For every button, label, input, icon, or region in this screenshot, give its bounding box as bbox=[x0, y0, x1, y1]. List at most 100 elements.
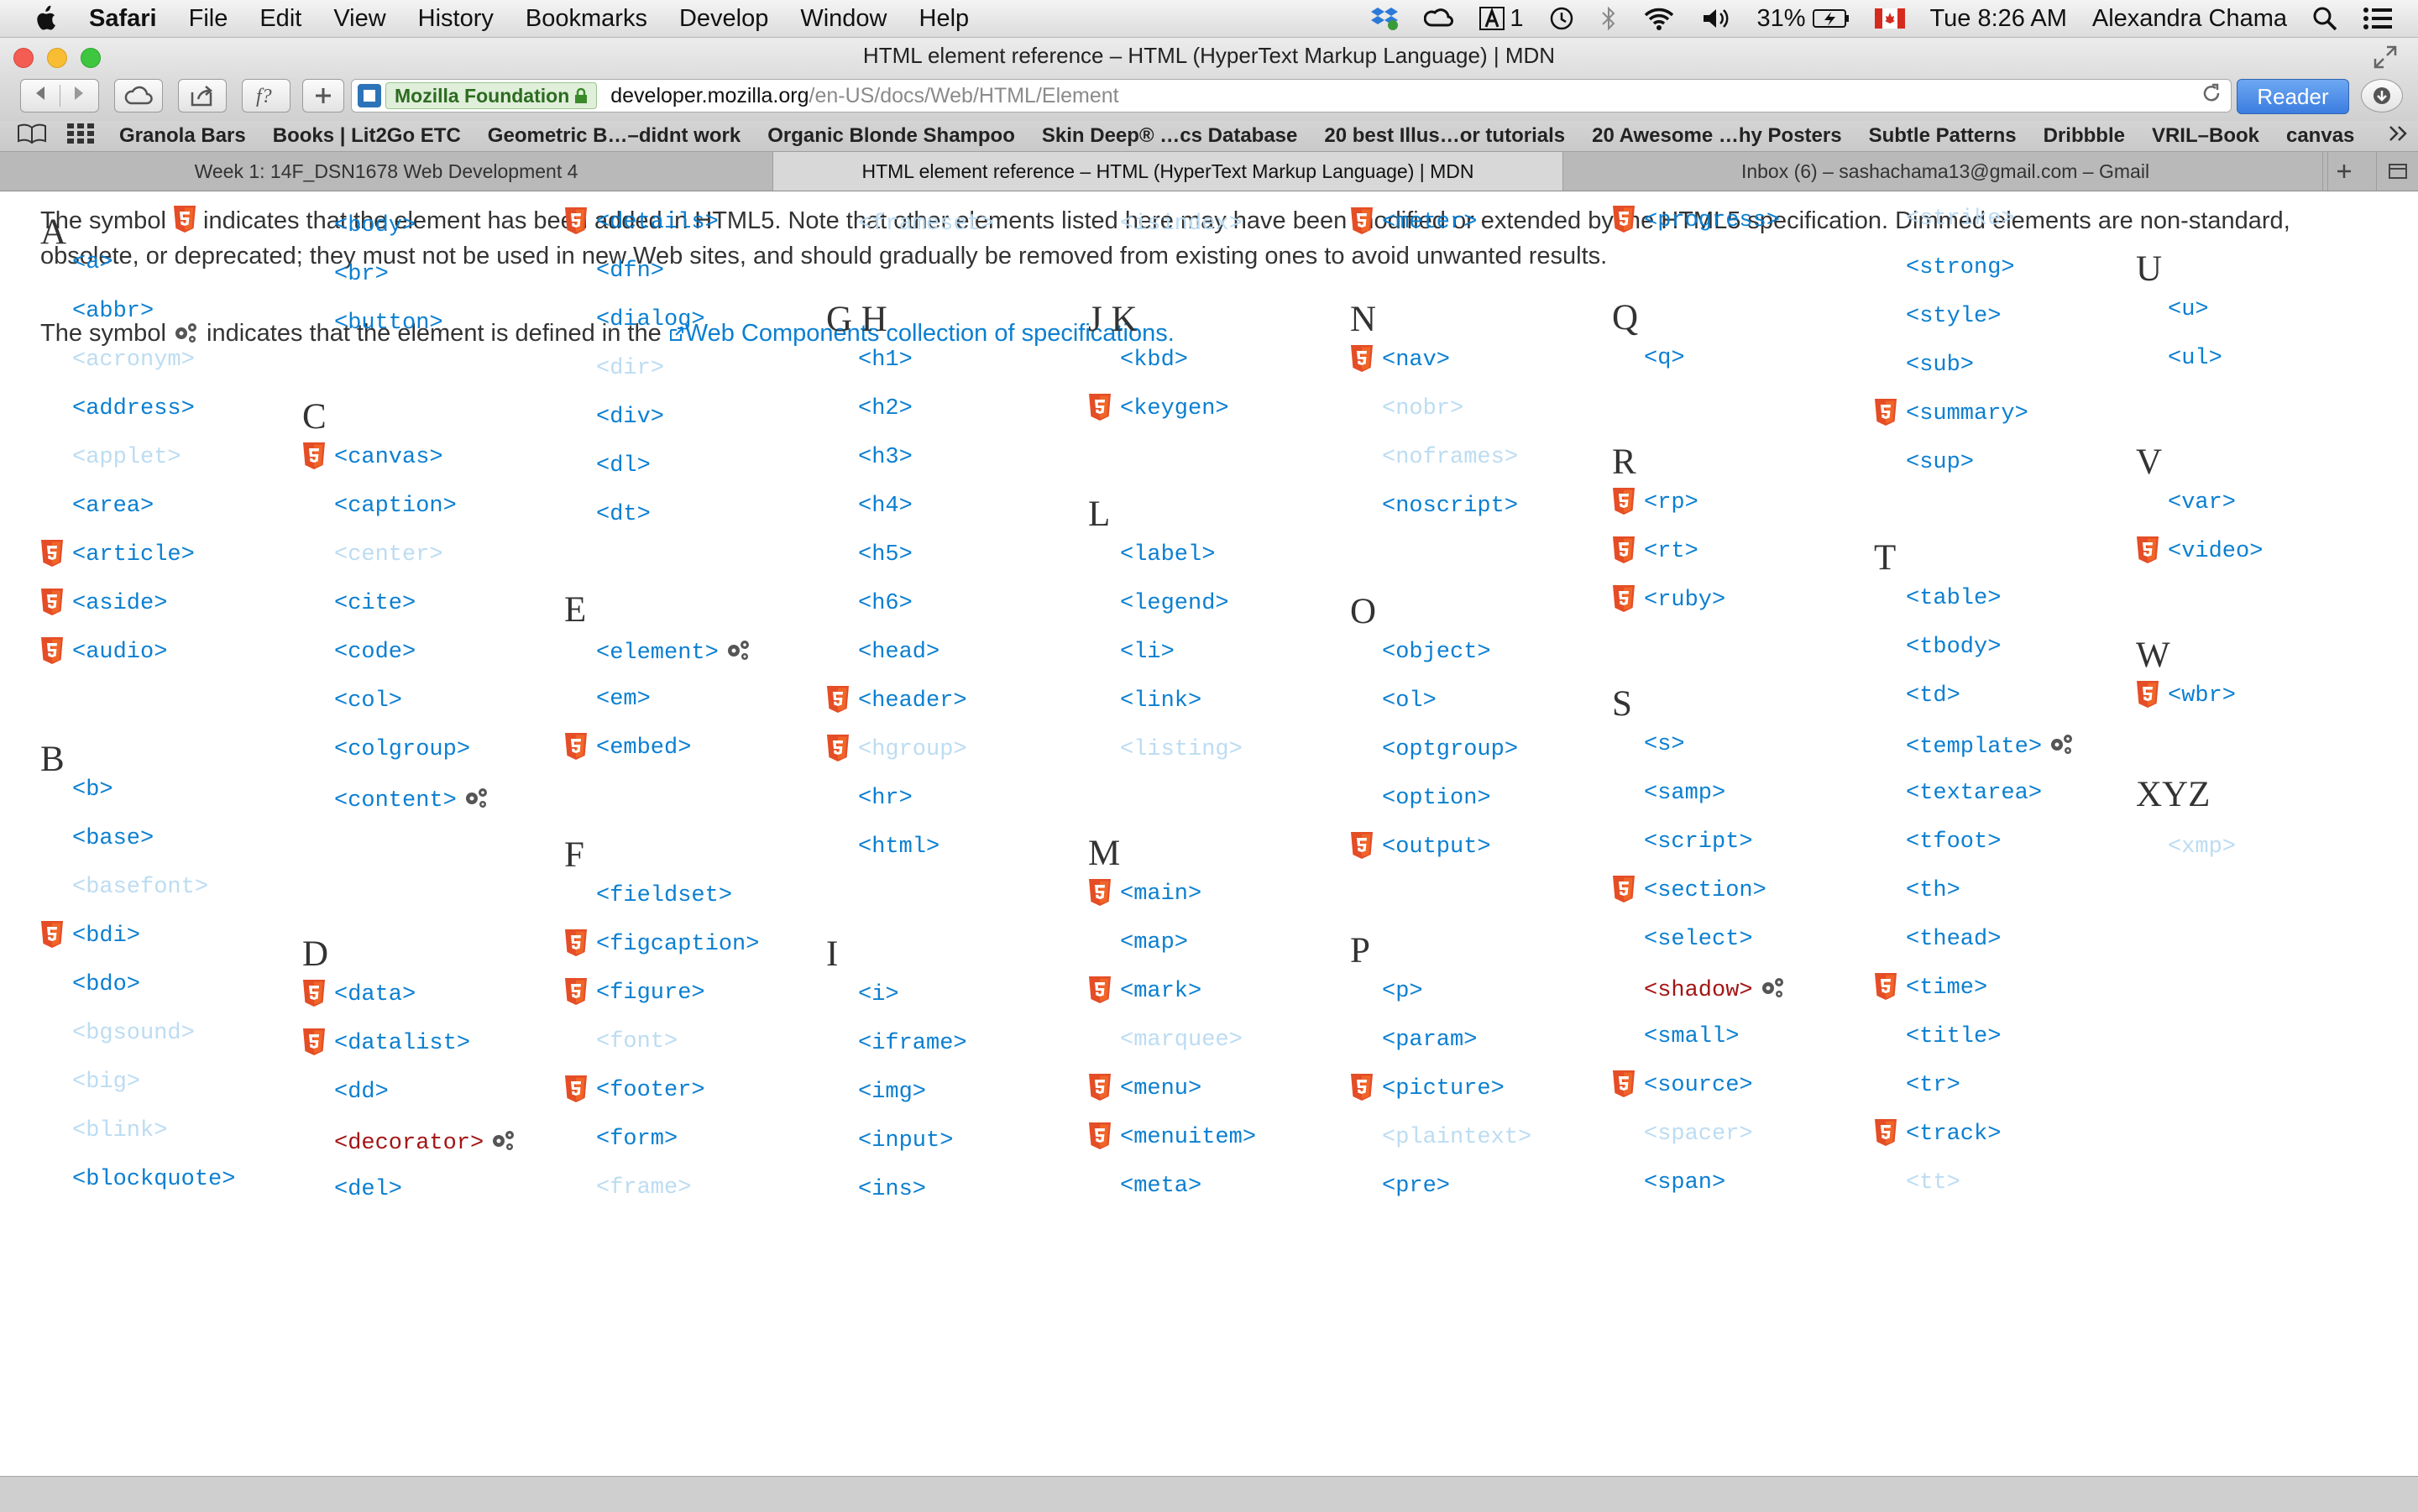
element-link-param[interactable]: <param> bbox=[1382, 1028, 1477, 1053]
element-link-base[interactable]: <base> bbox=[72, 826, 154, 851]
battery-status[interactable]: 31% bbox=[1756, 5, 1849, 33]
element-link-h2[interactable]: <h2> bbox=[858, 396, 913, 421]
element-link-header[interactable]: <header> bbox=[827, 686, 967, 714]
firebug-button[interactable]: f? bbox=[242, 79, 290, 112]
ev-certificate-badge[interactable]: Mozilla Foundation bbox=[385, 82, 598, 109]
element-link-thead[interactable]: <thead> bbox=[1906, 927, 2001, 952]
element-link-video[interactable]: <video> bbox=[2137, 536, 2263, 564]
element-link-details[interactable]: <details> bbox=[565, 207, 719, 235]
element-link-data[interactable]: <data> bbox=[303, 980, 416, 1007]
element-link-rt[interactable]: <rt> bbox=[1613, 536, 1698, 564]
element-link-li[interactable]: <li> bbox=[1120, 640, 1175, 665]
element-link-dialog[interactable]: <dialog> bbox=[596, 307, 705, 332]
back-arrow-icon[interactable] bbox=[21, 85, 60, 107]
element-link-s[interactable]: <s> bbox=[1644, 732, 1685, 757]
element-link-article[interactable]: <article> bbox=[41, 540, 195, 568]
dropbox-sync-icon[interactable] bbox=[1370, 6, 1399, 31]
element-link-bgsound[interactable]: <bgsound> bbox=[72, 1021, 195, 1046]
element-link-ruby[interactable]: <ruby> bbox=[1613, 585, 1725, 613]
element-link-b[interactable]: <b> bbox=[72, 777, 113, 803]
element-link-div[interactable]: <div> bbox=[596, 405, 664, 430]
spotlight-icon[interactable] bbox=[2312, 6, 2337, 31]
tab-week1[interactable]: Week 1: 14F_DSN1678 Web Development 4 bbox=[0, 152, 773, 191]
element-link-strike[interactable]: <strike> bbox=[1906, 207, 2015, 232]
element-link-bdi[interactable]: <bdi> bbox=[41, 921, 140, 949]
element-link-picture[interactable]: <picture> bbox=[1351, 1074, 1505, 1101]
bookmarks-overflow-icon[interactable] bbox=[2388, 124, 2410, 149]
element-link-p[interactable]: <p> bbox=[1382, 979, 1423, 1004]
menu-develop[interactable]: Develop bbox=[679, 5, 768, 33]
element-link-source[interactable]: <source> bbox=[1613, 1070, 1753, 1098]
element-link-main[interactable]: <main> bbox=[1089, 879, 1201, 907]
menu-view[interactable]: View bbox=[333, 5, 385, 33]
element-link-embed[interactable]: <embed> bbox=[565, 733, 691, 761]
element-link-body[interactable]: <body> bbox=[334, 213, 416, 238]
element-link-frameset[interactable]: <frameset> bbox=[858, 212, 994, 237]
adobe-updater-icon[interactable]: 1 bbox=[1479, 5, 1523, 33]
menu-file[interactable]: File bbox=[189, 5, 228, 33]
element-link-link[interactable]: <link> bbox=[1120, 688, 1201, 714]
element-link-nav[interactable]: <nav> bbox=[1351, 345, 1450, 373]
reading-list-icon[interactable] bbox=[17, 123, 47, 149]
bookmark-item[interactable]: Subtle Patterns bbox=[1869, 124, 2017, 148]
element-link-font[interactable]: <font> bbox=[596, 1029, 678, 1054]
fullscreen-icon[interactable] bbox=[2373, 44, 2398, 74]
element-link-option[interactable]: <option> bbox=[1382, 786, 1491, 811]
element-link-caption[interactable]: <caption> bbox=[334, 494, 457, 519]
clock[interactable]: Tue 8:26 AM bbox=[1930, 5, 2067, 33]
element-link-element[interactable]: <element> bbox=[596, 638, 752, 666]
element-link-wbr[interactable]: <wbr> bbox=[2137, 681, 2236, 709]
element-link-summary[interactable]: <summary> bbox=[1875, 399, 2028, 426]
element-link-progress[interactable]: <progress> bbox=[1613, 206, 1780, 233]
element-link-td[interactable]: <td> bbox=[1906, 683, 1960, 709]
element-link-sup[interactable]: <sup> bbox=[1906, 450, 1974, 475]
element-link-acronym[interactable]: <acronym> bbox=[72, 348, 195, 373]
element-link-keygen[interactable]: <keygen> bbox=[1089, 394, 1229, 421]
element-link-xmp[interactable]: <xmp> bbox=[2168, 834, 2236, 860]
element-link-form[interactable]: <form> bbox=[596, 1127, 678, 1152]
element-link-u[interactable]: <u> bbox=[2168, 297, 2209, 322]
element-link-noscript[interactable]: <noscript> bbox=[1382, 494, 1518, 519]
tab-gmail-inbox[interactable]: Inbox (6) – sashachama13@gmail.com – Gma… bbox=[1563, 152, 2328, 191]
element-link-pre[interactable]: <pre> bbox=[1382, 1174, 1450, 1199]
element-link-em[interactable]: <em> bbox=[596, 687, 651, 712]
element-link-aside[interactable]: <aside> bbox=[41, 589, 167, 616]
element-link-kbd[interactable]: <kbd> bbox=[1120, 348, 1188, 373]
element-link-canvas[interactable]: <canvas> bbox=[303, 442, 443, 470]
element-link-noframes[interactable]: <noframes> bbox=[1382, 445, 1518, 470]
element-link-big[interactable]: <big> bbox=[72, 1070, 140, 1095]
element-link-track[interactable]: <track> bbox=[1875, 1119, 2001, 1147]
tab-overview-icon[interactable] bbox=[2376, 152, 2418, 191]
user-name[interactable]: Alexandra Chama bbox=[2092, 5, 2287, 33]
element-link-address[interactable]: <address> bbox=[72, 396, 195, 421]
menu-bookmarks[interactable]: Bookmarks bbox=[526, 5, 647, 33]
element-link-basefont[interactable]: <basefont> bbox=[72, 875, 208, 900]
element-link-applet[interactable]: <applet> bbox=[72, 445, 181, 470]
element-link-html[interactable]: <html> bbox=[858, 834, 939, 860]
element-link-cite[interactable]: <cite> bbox=[334, 591, 416, 616]
element-link-a[interactable]: <a> bbox=[72, 250, 113, 275]
icloud-tabs-button[interactable] bbox=[114, 79, 163, 112]
element-link-dd[interactable]: <dd> bbox=[334, 1080, 389, 1105]
element-link-content[interactable]: <content> bbox=[334, 786, 490, 814]
bookmark-item[interactable]: Granola Bars bbox=[119, 124, 246, 148]
element-link-listing[interactable]: <listing> bbox=[1120, 737, 1243, 762]
element-link-template[interactable]: <template> bbox=[1906, 732, 2075, 760]
element-link-title[interactable]: <title> bbox=[1906, 1024, 2001, 1049]
element-link-object[interactable]: <object> bbox=[1382, 640, 1491, 665]
menu-help[interactable]: Help bbox=[919, 5, 970, 33]
bookmark-item[interactable]: Skin Deep® …cs Database bbox=[1042, 124, 1297, 148]
bluetooth-icon[interactable] bbox=[1600, 6, 1617, 31]
tab-mdn-html-reference[interactable]: HTML element reference – HTML (HyperText… bbox=[773, 152, 1563, 191]
element-link-ul[interactable]: <ul> bbox=[2168, 346, 2222, 371]
element-link-rp[interactable]: <rp> bbox=[1613, 488, 1698, 515]
element-link-spacer[interactable]: <spacer> bbox=[1644, 1122, 1753, 1147]
creative-cloud-icon[interactable] bbox=[1424, 7, 1454, 30]
element-link-img[interactable]: <img> bbox=[858, 1080, 926, 1105]
element-link-label[interactable]: <label> bbox=[1120, 542, 1215, 568]
element-link-i[interactable]: <i> bbox=[858, 982, 899, 1007]
address-bar[interactable]: Mozilla Foundation developer.mozilla.org… bbox=[351, 79, 2232, 112]
element-link-h5[interactable]: <h5> bbox=[858, 542, 913, 568]
bookmark-item[interactable]: Organic Blonde Shampoo bbox=[767, 124, 1015, 148]
bookmark-item[interactable]: 20 Awesome …hy Posters bbox=[1592, 124, 1841, 148]
